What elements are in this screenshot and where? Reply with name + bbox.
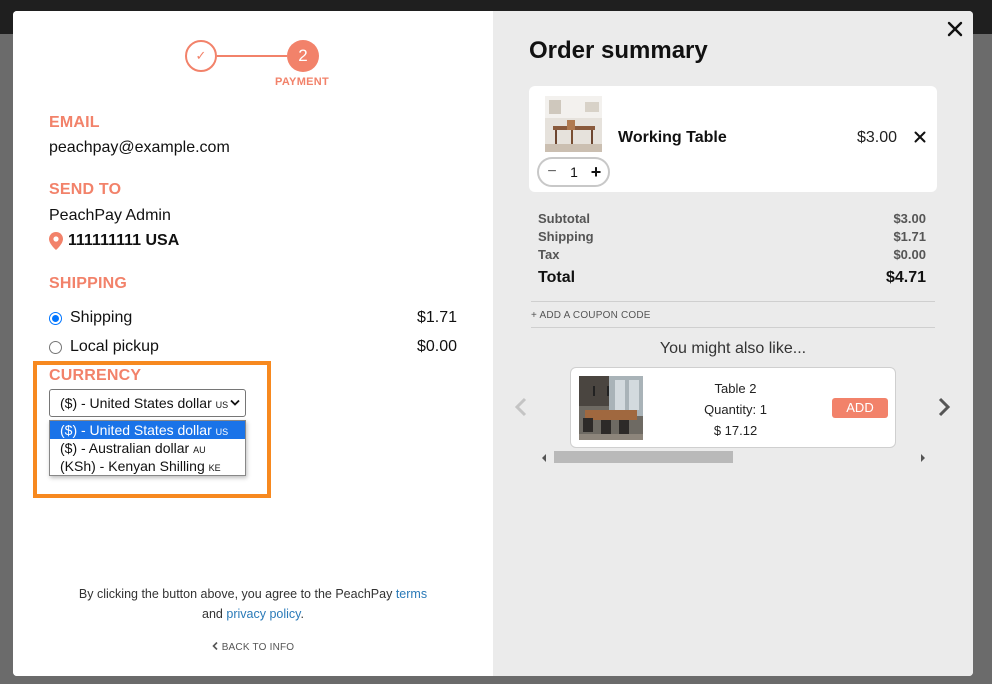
total-value: $4.71 — [885, 269, 926, 286]
carousel-next-icon[interactable] — [936, 397, 952, 417]
currency-option-code: US — [215, 427, 229, 437]
subtotal-label: Subtotal — [538, 211, 590, 226]
shipping-option-local-pickup[interactable]: Local pickup $0.00 — [49, 336, 457, 358]
quantity-value[interactable]: 1 — [564, 163, 584, 181]
shipping-label: Shipping — [538, 229, 594, 244]
legal-notice: By clicking the button above, you agree … — [13, 584, 493, 624]
back-link-label: BACK TO INFO — [221, 642, 295, 653]
subtotal-row: Subtotal $3.00 — [538, 210, 926, 228]
address-text: 111111111 USA — [68, 232, 180, 249]
shipping-option-label: Local pickup — [70, 338, 159, 355]
send-to-section-title: SEND TO — [49, 181, 122, 198]
step-payment-current: 2 — [287, 40, 319, 72]
check-icon: ✓ — [195, 48, 207, 63]
currency-dropdown-list: ($) - United States dollar US ($) - Aust… — [49, 420, 246, 476]
cart-item-name: Working Table — [618, 129, 727, 146]
email-value: peachpay@example.com — [49, 139, 230, 156]
privacy-policy-link[interactable]: privacy policy — [226, 607, 300, 621]
email-section-title: EMAIL — [49, 114, 100, 131]
tax-row: Tax $0.00 — [538, 246, 926, 264]
chevron-down-icon — [230, 399, 240, 406]
shipping-option-shipping[interactable]: Shipping $1.71 — [49, 307, 457, 329]
currency-section-title: CURRENCY — [49, 367, 142, 384]
divider — [531, 301, 935, 302]
shipping-value: $1.71 — [893, 229, 926, 244]
shipping-option-label: Shipping — [70, 309, 133, 326]
currency-option-label: (KSh) - Kenyan Shilling — [60, 458, 205, 474]
currency-option-label: ($) - Australian dollar — [60, 440, 190, 456]
scrollbar-thumb[interactable] — [554, 451, 733, 463]
divider — [531, 327, 935, 328]
legal-period: . — [300, 607, 304, 621]
local-pickup-radio[interactable] — [49, 340, 62, 354]
recommended-product-card: Table 2 Quantity: 1 $ 17.12 ADD — [570, 367, 896, 448]
recipient-name: PeachPay Admin — [49, 207, 171, 224]
order-totals: Subtotal $3.00 Shipping $1.71 Tax $0.00 … — [538, 210, 926, 292]
currency-selected-label: ($) - United States dollar — [60, 395, 212, 411]
recommendations-heading: You might also like... — [659, 340, 807, 357]
tax-value: $0.00 — [893, 247, 926, 262]
checkout-form-panel: ✓ 2 PAYMENT EMAIL peachpay@example.com S… — [13, 11, 493, 676]
currency-option-aud[interactable]: ($) - Australian dollar AU — [50, 439, 245, 457]
cart-item-card: Working Table $3.00 − 1 + — [529, 86, 937, 192]
terms-link[interactable]: terms — [396, 587, 427, 601]
scroll-right-arrow-icon[interactable] — [921, 454, 925, 462]
recommended-product-price: $ 17.12 — [713, 423, 758, 438]
increase-quantity-button[interactable]: + — [589, 162, 603, 182]
currency-option-code: KE — [208, 463, 221, 473]
step-number: 2 — [298, 46, 308, 65]
recommended-product-quantity: Quantity: 1 — [704, 402, 767, 417]
shipping-option-price: $1.71 — [416, 309, 457, 326]
recommended-product-name: Table 2 — [714, 381, 757, 396]
currency-option-code: AU — [193, 445, 206, 455]
total-label: Total — [538, 269, 576, 286]
shipping-option-price: $0.00 — [416, 338, 457, 355]
shipping-radio-selected[interactable] — [49, 311, 62, 325]
stepper-connector — [217, 55, 287, 57]
shipping-address: 111111111 USA — [49, 232, 179, 250]
decrease-quantity-button[interactable]: − — [546, 163, 558, 181]
shipping-section-title: SHIPPING — [49, 275, 128, 292]
tax-label: Tax — [538, 247, 560, 262]
order-summary-panel: Order summary Working Table $3.00 − 1 + … — [493, 11, 973, 676]
currency-selected-code: US — [215, 400, 229, 410]
carousel-scrollbar[interactable] — [542, 451, 925, 464]
step-payment-label: PAYMENT — [275, 76, 330, 88]
product-image — [545, 96, 602, 152]
back-to-info-link[interactable]: BACK TO INFO — [13, 641, 493, 653]
scroll-left-arrow-icon[interactable] — [542, 454, 546, 462]
currency-option-kes[interactable]: (KSh) - Kenyan Shilling KE — [50, 457, 245, 475]
shipping-row: Shipping $1.71 — [538, 228, 926, 246]
checkout-stepper: ✓ 2 PAYMENT — [185, 40, 329, 90]
currency-select[interactable]: ($) - United States dollar US — [49, 389, 246, 417]
cart-item-price: $3.00 — [857, 129, 898, 146]
remove-item-icon[interactable] — [913, 130, 927, 144]
legal-and: and — [202, 607, 223, 621]
recommended-product-info: Table 2 Quantity: 1 $ 17.12 — [653, 378, 818, 441]
currency-option-usd[interactable]: ($) - United States dollar US — [50, 421, 245, 439]
quantity-stepper: − 1 + — [537, 157, 610, 187]
total-row: Total $4.71 — [538, 264, 926, 292]
add-recommended-button[interactable]: ADD — [832, 398, 888, 418]
checkout-modal: ✓ 2 PAYMENT EMAIL peachpay@example.com S… — [13, 11, 973, 676]
add-coupon-link[interactable]: + ADD A COUPON CODE — [531, 310, 651, 321]
legal-text: By clicking the button above, you agree … — [78, 587, 393, 601]
close-icon[interactable] — [945, 19, 965, 39]
subtotal-value: $3.00 — [893, 211, 926, 226]
location-pin-icon — [49, 232, 63, 250]
currency-option-label: ($) - United States dollar — [60, 422, 212, 438]
order-summary-title: Order summary — [529, 37, 708, 64]
step-info-completed[interactable]: ✓ — [185, 40, 217, 72]
recommended-product-image — [579, 376, 643, 440]
chevron-left-icon — [212, 641, 218, 651]
carousel-prev-icon[interactable] — [513, 397, 529, 417]
